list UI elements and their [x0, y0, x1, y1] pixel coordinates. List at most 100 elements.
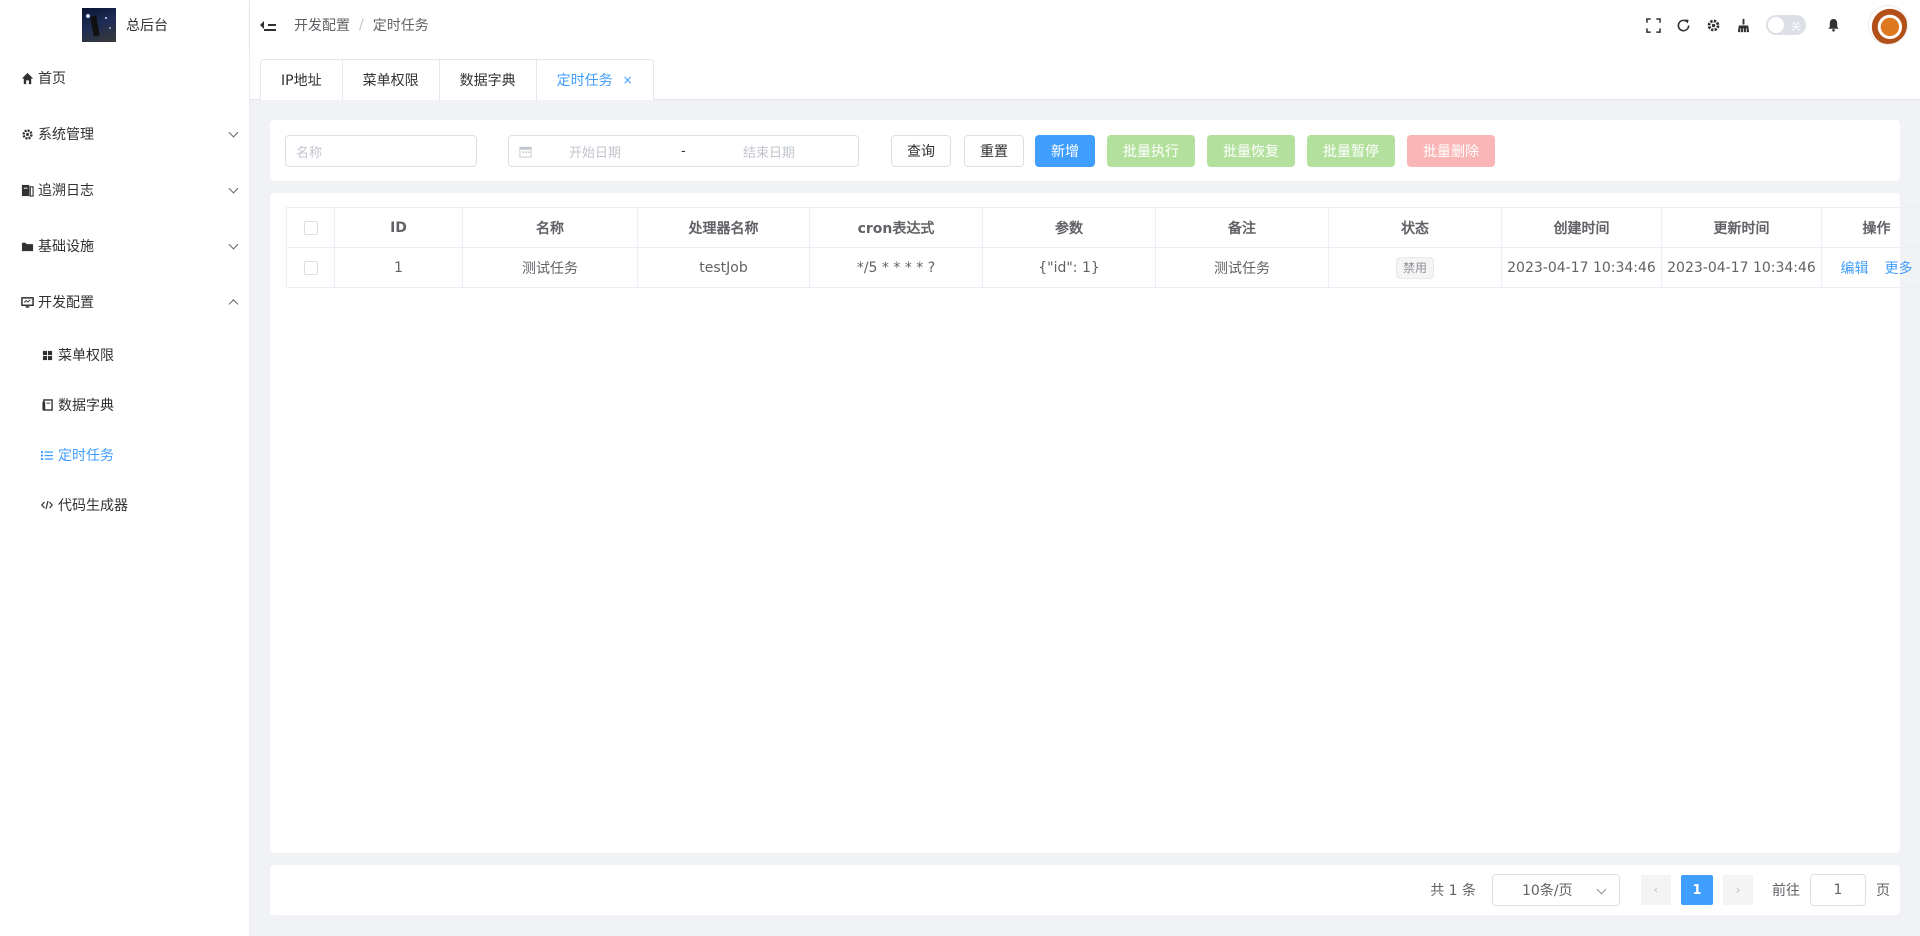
tab-label: IP地址 [281, 73, 322, 89]
batch-resume-button[interactable]: 批量恢复 [1207, 135, 1295, 167]
tab-scheduled-tasks[interactable]: 定时任务 × [536, 59, 654, 100]
bell-icon[interactable] [1825, 17, 1841, 33]
cell-name: 测试任务 [462, 247, 638, 288]
sidebar-item-label: 基础设施 [38, 239, 94, 255]
sidebar-subitem-code-generator[interactable]: 代码生成器 [0, 480, 249, 530]
cell-handler: testJob [637, 247, 810, 288]
monitor-icon [20, 295, 34, 309]
tab-label: 定时任务 [556, 73, 613, 89]
table-header-row: ID 名称 处理器名称 cron表达式 参数 备注 状态 创建时间 更新时间 操… [286, 207, 1920, 248]
column-header: 状态 [1328, 207, 1502, 248]
column-header: 更新时间 [1661, 207, 1822, 248]
sidebar-subitem-label: 代码生成器 [58, 498, 128, 514]
select-all-checkbox[interactable] [303, 220, 318, 235]
sidebar-item-dev-config[interactable]: 开发配置 [0, 274, 249, 330]
query-button[interactable]: 查询 [891, 135, 951, 167]
page-number-current[interactable]: 1 [1681, 875, 1713, 905]
tags-view: IP地址 菜单权限 数据字典 定时任务 × [250, 50, 1920, 100]
page-jumper: 前往 1 页 [1772, 874, 1890, 906]
goto-page-input[interactable]: 1 [1810, 874, 1866, 906]
refresh-icon[interactable] [1675, 17, 1691, 33]
settings-gear-icon[interactable] [1705, 17, 1721, 33]
add-button[interactable]: 新增 [1035, 135, 1095, 167]
batch-delete-button[interactable]: 批量删除 [1407, 135, 1495, 167]
tab-menu-permission[interactable]: 菜单权限 [342, 59, 440, 100]
sidebar-item-infra[interactable]: 基础设施 [0, 218, 249, 274]
sidebar-subitem-data-dict[interactable]: 数据字典 [0, 380, 249, 430]
column-header: cron表达式 [809, 207, 983, 248]
pagination-total: 共 1 条 [1430, 883, 1476, 899]
breadcrumb: 开发配置 / 定时任务 [294, 15, 429, 35]
status-badge: 禁用 [1395, 256, 1434, 279]
sidebar-item-label: 首页 [38, 71, 66, 87]
name-search-input[interactable]: 名称 [285, 135, 477, 167]
collapse-menu-icon[interactable] [260, 18, 276, 32]
jobs-table: ID 名称 处理器名称 cron表达式 参数 备注 状态 创建时间 更新时间 操… [286, 207, 1920, 288]
cell-actions: 编辑 更多 [1821, 247, 1920, 288]
logo[interactable]: 总后台 [0, 0, 249, 50]
sidebar-subitem-label: 数据字典 [58, 398, 114, 414]
grid-icon [40, 350, 54, 361]
log-icon [20, 183, 34, 197]
prev-page-button[interactable]: ‹ [1641, 875, 1671, 905]
chevron-down-icon [228, 127, 239, 138]
close-icon[interactable]: × [623, 73, 633, 87]
tab-ip-address[interactable]: IP地址 [260, 59, 343, 100]
batch-run-button[interactable]: 批量执行 [1107, 135, 1195, 167]
chevron-down-icon [228, 239, 239, 250]
goto-label: 前往 [1772, 883, 1800, 899]
goto-page-value: 1 [1833, 882, 1843, 898]
page-suffix-label: 页 [1876, 883, 1890, 899]
theme-toggle[interactable]: 关 [1766, 15, 1806, 35]
column-header: ID [334, 207, 463, 248]
page-size-value: 10条/页 [1522, 883, 1573, 899]
breadcrumb-item[interactable]: 开发配置 [294, 15, 350, 35]
cell-updated: 2023-04-17 10:34:46 [1661, 247, 1822, 288]
batch-pause-button[interactable]: 批量暂停 [1307, 135, 1395, 167]
cell-status: 禁用 [1328, 247, 1502, 288]
tab-label: 数据字典 [459, 73, 516, 89]
end-date-placeholder[interactable]: 结束日期 [743, 142, 795, 161]
top-header: 开发配置 / 定时任务 关 [250, 0, 1920, 50]
next-page-button[interactable]: › [1723, 875, 1753, 905]
tab-label: 菜单权限 [362, 73, 419, 89]
home-icon [20, 71, 34, 85]
column-header: 处理器名称 [637, 207, 810, 248]
more-link[interactable]: 更多 [1885, 261, 1913, 277]
sidebar-subitem-label: 定时任务 [58, 448, 114, 464]
column-header: 名称 [462, 207, 638, 248]
sidebar-subitem-scheduled-tasks[interactable]: 定时任务 [0, 430, 249, 480]
sidebar-item-logs[interactable]: 追溯日志 [0, 162, 249, 218]
edit-link[interactable]: 编辑 [1841, 261, 1869, 277]
chevron-up-icon [228, 299, 239, 310]
start-date-placeholder[interactable]: 开始日期 [569, 142, 621, 161]
search-form: 名称 开始日期 - 结束日期 查询 重置 新增 批量执行 批量恢复 批量暂停 批… [270, 120, 1900, 181]
reset-button[interactable]: 重置 [964, 135, 1024, 167]
user-avatar[interactable] [1868, 5, 1908, 45]
tab-data-dict[interactable]: 数据字典 [439, 59, 537, 100]
column-header: 参数 [982, 207, 1156, 248]
date-range-separator: - [681, 143, 686, 159]
page-size-select[interactable]: 10条/页 [1492, 874, 1620, 906]
select-all-cell [286, 207, 335, 248]
code-icon [40, 500, 54, 510]
column-header: 备注 [1155, 207, 1329, 248]
tab-list: IP地址 菜单权限 数据字典 定时任务 × [260, 59, 654, 100]
fullscreen-icon[interactable] [1645, 17, 1661, 33]
sidebar-item-label: 系统管理 [38, 127, 94, 143]
cell-params: {"id": 1} [982, 247, 1156, 288]
row-checkbox[interactable] [303, 260, 318, 275]
row-select-cell [286, 247, 335, 288]
folder-icon [20, 239, 34, 253]
list-icon [40, 450, 54, 461]
cell-cron: */5 * * * * ? [809, 247, 983, 288]
gear-icon [20, 127, 34, 141]
toggle-label: 关 [1791, 22, 1801, 33]
sidebar-item-home[interactable]: 首页 [0, 50, 249, 106]
sidebar-item-system[interactable]: 系统管理 [0, 106, 249, 162]
broom-icon[interactable] [1735, 17, 1751, 33]
column-header: 创建时间 [1501, 207, 1662, 248]
book-icon [40, 399, 54, 411]
date-range-picker[interactable]: 开始日期 - 结束日期 [508, 135, 859, 167]
sidebar-subitem-menu-permission[interactable]: 菜单权限 [0, 330, 249, 380]
